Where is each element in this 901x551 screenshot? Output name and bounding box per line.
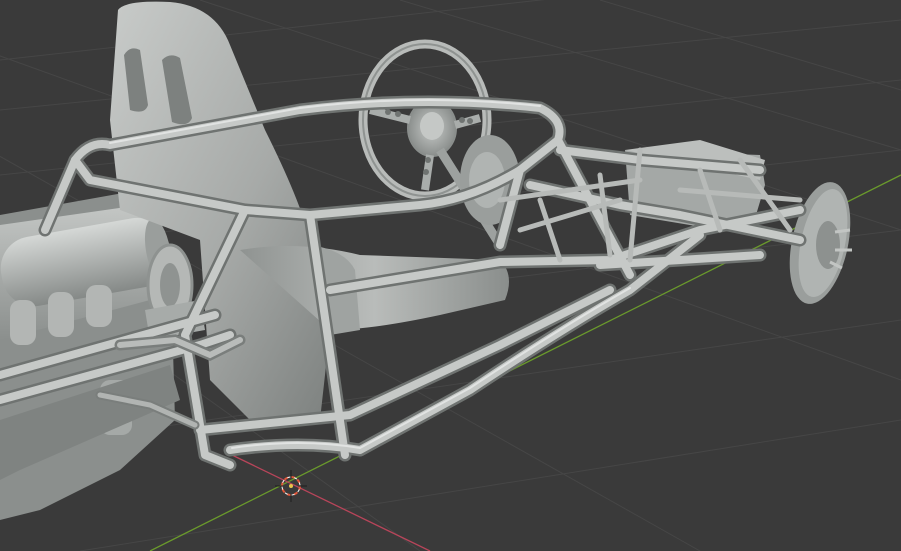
viewport-canvas[interactable] xyxy=(0,0,901,551)
3d-viewport[interactable] xyxy=(0,0,901,551)
